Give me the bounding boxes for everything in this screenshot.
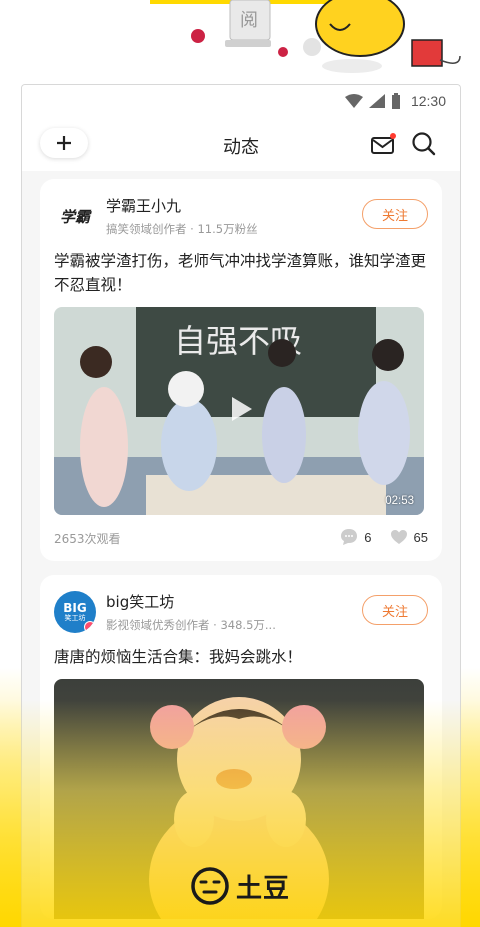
feed: 学霸 学霸王小九 搞笑领域创作者 · 11.5万粉丝 关注 学霸被学渣打伤，老师…	[22, 171, 460, 919]
status-bar: 12:30	[22, 85, 460, 117]
verified-badge-icon	[84, 621, 96, 633]
phone-frame: 12:30 动态 学霸 学霸王小九 搞笑领域创作者 · 11.5万粉丝 关注 学…	[21, 84, 461, 927]
post-card[interactable]: 学霸 学霸王小九 搞笑领域创作者 · 11.5万粉丝 关注 学霸被学渣打伤，老师…	[40, 179, 442, 561]
search-icon	[412, 132, 436, 156]
follow-button[interactable]: 关注	[362, 595, 428, 625]
comment-count: 6	[364, 529, 372, 545]
avatar-label: BIG	[63, 600, 87, 615]
heart-icon	[390, 530, 407, 544]
play-icon[interactable]	[224, 393, 256, 425]
clock: 12:30	[410, 93, 446, 109]
signal-icon	[368, 94, 385, 108]
author-meta: 影视领域优秀创作者 · 348.5万...	[106, 618, 276, 632]
mail-icon	[371, 133, 396, 154]
tudou-logo-icon	[191, 867, 229, 905]
avatar[interactable]: BIG 笑工坊	[54, 591, 96, 633]
search-button[interactable]	[410, 130, 438, 158]
avatar-label: 学霸	[59, 207, 90, 226]
post-header: BIG 笑工坊 big笑工坊 影视领域优秀创作者 · 348.5万... 关注	[54, 589, 428, 635]
avatar[interactable]: 学霸	[54, 195, 96, 237]
messages-button[interactable]	[370, 131, 398, 157]
view-count: 2653次观看	[54, 531, 121, 546]
like-button[interactable]: 65	[390, 529, 428, 545]
brand-name: 土豆	[235, 873, 290, 904]
author-name[interactable]: 学霸王小九	[106, 195, 258, 216]
video-duration: 02:53	[385, 495, 414, 507]
post-text[interactable]: 唐唐的烦恼生活合集：我妈会跳水！	[54, 645, 428, 669]
battery-icon	[391, 93, 400, 109]
avatar-sublabel: 笑工坊	[64, 613, 86, 622]
follow-button[interactable]: 关注	[362, 199, 428, 229]
author-name[interactable]: big笑工坊	[106, 591, 276, 612]
comment-icon	[341, 529, 358, 545]
promo-illustration: 阅	[150, 0, 461, 73]
wifi-icon	[344, 94, 363, 108]
post-text[interactable]: 学霸被学渣打伤，老师气冲冲找学渣算账，谁知学渣更不忍直视！	[54, 249, 428, 297]
brand-logo: 土豆	[0, 866, 480, 906]
comment-button[interactable]: 6	[340, 528, 372, 546]
svg-text:阅: 阅	[240, 10, 258, 31]
post-header: 学霸 学霸王小九 搞笑领域创作者 · 11.5万粉丝 关注	[54, 193, 428, 239]
notification-dot	[390, 133, 396, 139]
video-thumbnail[interactable]: 自强不吸 02:53	[54, 307, 424, 515]
author-meta: 搞笑领域创作者 · 11.5万粉丝	[106, 222, 258, 236]
like-count: 65	[413, 529, 428, 545]
title-bar: 动态	[22, 117, 460, 171]
post-footer: 2653次观看 6 65	[54, 515, 428, 561]
